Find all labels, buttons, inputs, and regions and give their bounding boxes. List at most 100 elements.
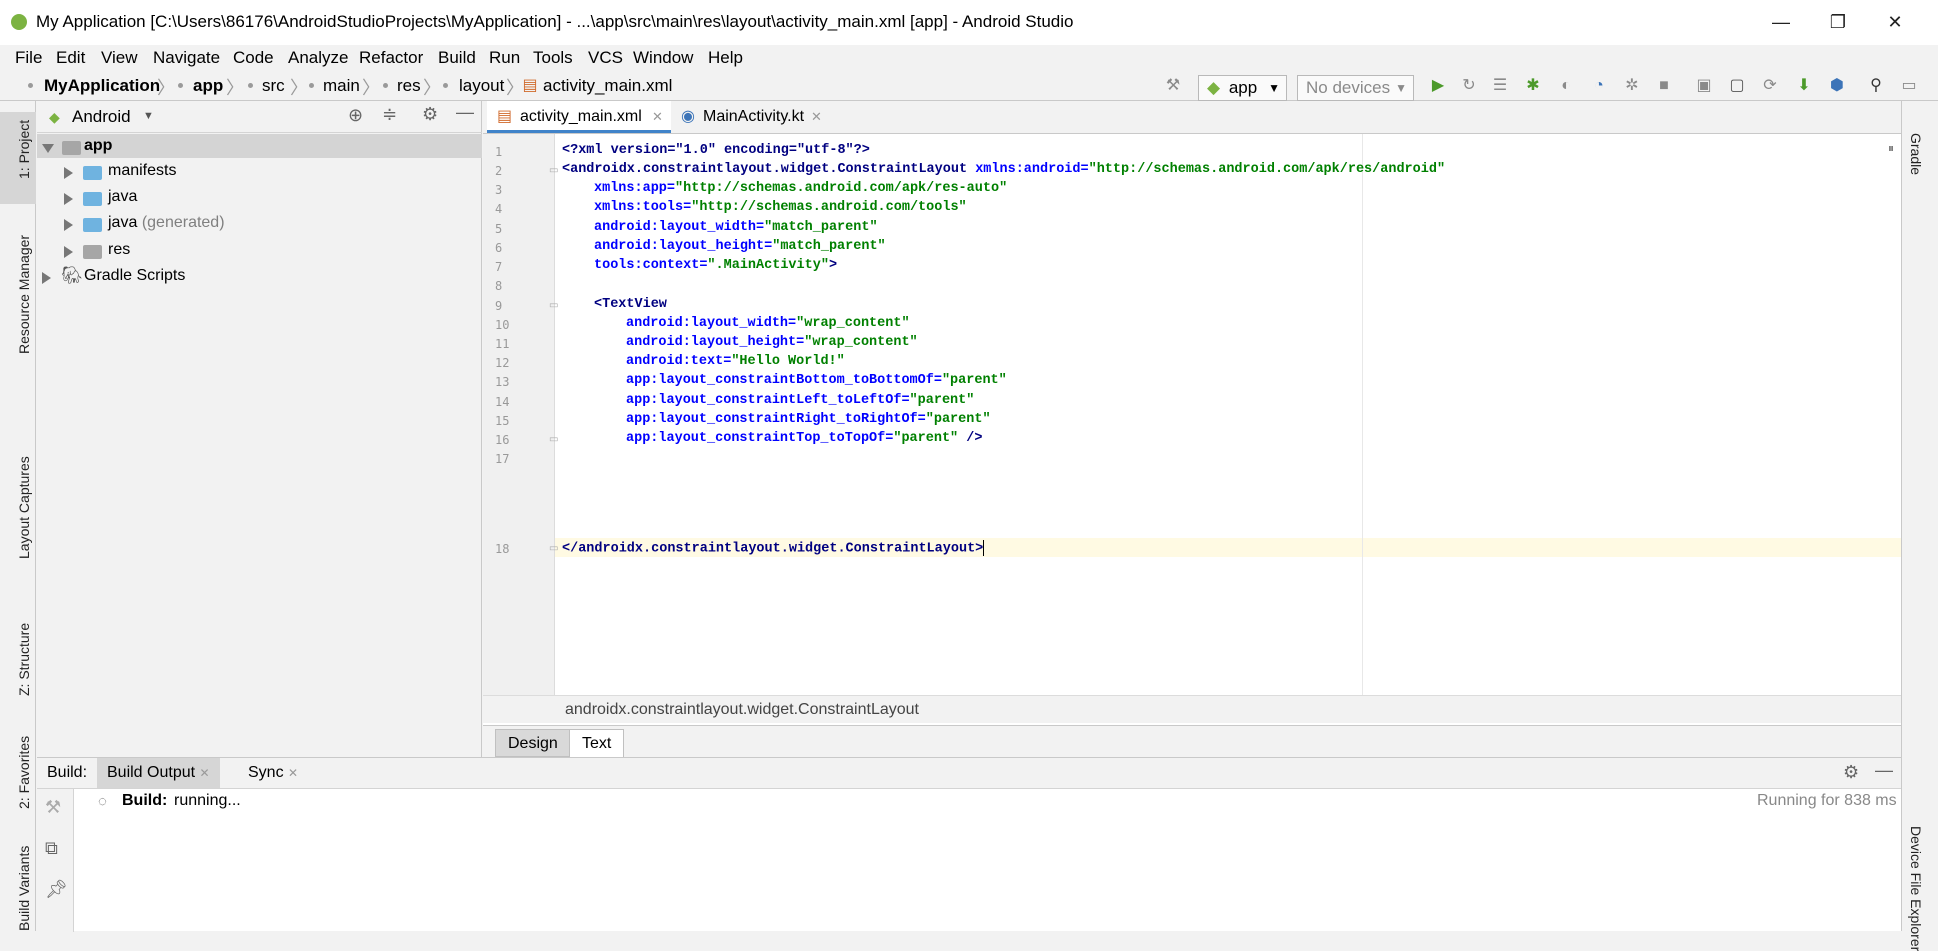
gear-icon[interactable]: ⚙ <box>422 104 438 125</box>
menu-file[interactable]: File <box>15 48 42 68</box>
pin-icon[interactable]: 📌︎ <box>45 879 68 900</box>
fold-marker-icon[interactable]: ▭ <box>549 434 558 445</box>
fold-marker-icon[interactable]: ▭ <box>549 165 558 176</box>
expand-arrow-icon[interactable] <box>64 167 73 179</box>
hammer-icon[interactable]: ⚒ <box>1164 77 1182 95</box>
hide-panel-icon[interactable]: — <box>1875 760 1893 781</box>
menu-code[interactable]: Code <box>233 48 274 68</box>
menu-refactor[interactable]: Refactor <box>359 48 423 68</box>
fold-marker-icon[interactable]: ▭ <box>549 300 558 311</box>
menu-tools[interactable]: Tools <box>533 48 573 68</box>
expand-arrow-icon[interactable] <box>64 219 73 231</box>
code-line-11[interactable]: android:layout_height="wrap_content" <box>626 335 918 350</box>
code-line-16[interactable]: app:layout_constraintTop_toTopOf="parent… <box>626 431 982 446</box>
run-config-select[interactable]: ◆ app ▼ <box>1198 75 1287 101</box>
avd-manager-icon[interactable]: ▢ <box>1728 77 1746 95</box>
tool-tab-gradle[interactable]: Gradle <box>1908 133 1924 175</box>
sync-gradle-icon[interactable]: ⟳ <box>1761 77 1779 95</box>
coverage-icon[interactable]: ✲ <box>1623 77 1641 95</box>
close-tab-icon[interactable]: ✕ <box>200 766 210 780</box>
minimize-button[interactable]: — <box>1758 6 1804 38</box>
expand-arrow-icon[interactable] <box>42 272 51 284</box>
crumb-project[interactable]: MyApplication <box>44 76 160 96</box>
stop-icon[interactable]: ■ <box>1655 77 1673 95</box>
tab-mainactivity-kt[interactable]: ◉ MainActivity.kt ✕ <box>673 101 830 133</box>
code-line-10[interactable]: android:layout_width="wrap_content" <box>626 316 910 331</box>
device-select[interactable]: No devices ▼ <box>1297 75 1414 101</box>
device-manager-icon[interactable]: ⬢ <box>1828 77 1846 95</box>
tool-tab-device-file-explorer[interactable]: Device File Explorer <box>1908 826 1924 951</box>
tool-tab-build-variants[interactable]: Build Variants <box>16 846 32 931</box>
locate-icon[interactable]: ⊕ <box>348 105 363 126</box>
toggle-view-icon[interactable]: ⧉ <box>45 838 58 859</box>
expand-arrow-icon[interactable] <box>64 246 73 258</box>
close-button[interactable]: ✕ <box>1872 6 1918 38</box>
tree-item-java[interactable]: java <box>108 188 137 206</box>
profile-icon[interactable]: ◔ <box>1590 77 1608 95</box>
crumb-app[interactable]: app <box>193 76 223 96</box>
expand-arrow-icon[interactable] <box>42 144 54 153</box>
code-line-7[interactable]: tools:context=".MainActivity"> <box>594 258 837 273</box>
close-tab-icon[interactable]: ✕ <box>652 101 663 133</box>
tab-build-output[interactable]: Build Output ✕ <box>97 758 220 788</box>
crumb-res[interactable]: res <box>397 76 421 96</box>
debug-icon[interactable]: ✱ <box>1524 77 1542 95</box>
menu-navigate[interactable]: Navigate <box>153 48 220 68</box>
tab-design[interactable]: Design <box>495 729 571 757</box>
menu-vcs[interactable]: VCS <box>588 48 623 68</box>
tree-item-java-generated[interactable]: java (generated) <box>108 214 225 232</box>
menu-run[interactable]: Run <box>489 48 520 68</box>
project-structure-icon[interactable]: ▣ <box>1695 77 1713 95</box>
code-line-2[interactable]: <androidx.constraintlayout.widget.Constr… <box>562 162 1445 177</box>
tab-sync[interactable]: Sync ✕ <box>238 758 308 788</box>
code-line-3[interactable]: xmlns:app="http://schemas.android.com/ap… <box>594 181 1007 196</box>
layout-inspector-icon[interactable]: ▭ <box>1900 77 1918 95</box>
menu-analyze[interactable]: Analyze <box>288 48 348 68</box>
collapse-all-icon[interactable]: ≑ <box>382 104 397 125</box>
crumb-main[interactable]: main <box>323 76 360 96</box>
attach-debugger-icon[interactable]: ◐ <box>1557 77 1575 95</box>
menu-edit[interactable]: Edit <box>56 48 85 68</box>
code-line-13[interactable]: app:layout_constraintBottom_toBottomOf="… <box>626 373 1007 388</box>
run-icon[interactable]: ▶ <box>1429 77 1447 95</box>
tool-tab-project[interactable]: 1: Project <box>16 120 32 179</box>
hide-panel-icon[interactable]: — <box>456 102 474 123</box>
tool-tab-resource-manager[interactable]: Resource Manager <box>16 235 32 354</box>
crumb-src[interactable]: src <box>262 76 285 96</box>
tree-item-manifests[interactable]: manifests <box>108 162 176 180</box>
code-line-14[interactable]: app:layout_constraintLeft_toLeftOf="pare… <box>626 393 974 408</box>
tool-tab-favorites[interactable]: 2: Favorites <box>16 736 32 809</box>
tab-activity-main-xml[interactable]: ▤ activity_main.xml ✕ <box>487 101 671 133</box>
menu-help[interactable]: Help <box>708 48 743 68</box>
gear-icon[interactable]: ⚙ <box>1843 762 1859 783</box>
menu-view[interactable]: View <box>101 48 138 68</box>
apply-changes-icon[interactable]: ↻ <box>1460 77 1478 95</box>
code-line-18[interactable]: </androidx.constraintlayout.widget.Const… <box>562 540 985 557</box>
code-line-1[interactable]: <?xml version="1.0" encoding="utf-8"?> <box>562 143 870 158</box>
project-view-select[interactable]: Android <box>72 107 131 127</box>
search-icon[interactable]: ⚲ <box>1867 77 1885 95</box>
hammer-icon[interactable]: ⚒ <box>45 797 61 818</box>
maximize-button[interactable]: ❐ <box>1815 6 1861 38</box>
code-line-9[interactable]: <TextView <box>594 297 667 312</box>
expand-arrow-icon[interactable] <box>64 193 73 205</box>
sdk-manager-icon[interactable]: ⬇ <box>1795 77 1813 95</box>
code-line-6[interactable]: android:layout_height="match_parent" <box>594 239 886 254</box>
menu-window[interactable]: Window <box>633 48 693 68</box>
tab-text[interactable]: Text <box>569 729 625 757</box>
close-tab-icon[interactable]: ✕ <box>288 766 298 780</box>
crumb-file[interactable]: activity_main.xml <box>543 76 672 96</box>
tool-tab-structure[interactable]: Z: Structure <box>16 623 32 696</box>
close-tab-icon[interactable]: ✕ <box>811 101 822 133</box>
fold-marker-icon[interactable]: ▭ <box>549 543 558 554</box>
code-line-4[interactable]: xmlns:tools="http://schemas.android.com/… <box>594 200 967 215</box>
code-line-15[interactable]: app:layout_constraintRight_toRightOf="pa… <box>626 412 991 427</box>
breadcrumb-constraintlayout[interactable]: androidx.constraintlayout.widget.Constra… <box>565 701 919 719</box>
inspection-icon[interactable]: ⏸ <box>1888 141 1894 156</box>
chevron-down-icon[interactable]: ▼ <box>143 110 154 122</box>
tree-item-res[interactable]: res <box>108 241 130 259</box>
crumb-layout[interactable]: layout <box>459 76 504 96</box>
tool-tab-layout-captures[interactable]: Layout Captures <box>16 456 32 559</box>
apply-code-changes-icon[interactable]: ☰ <box>1491 77 1509 95</box>
menu-build[interactable]: Build <box>438 48 476 68</box>
